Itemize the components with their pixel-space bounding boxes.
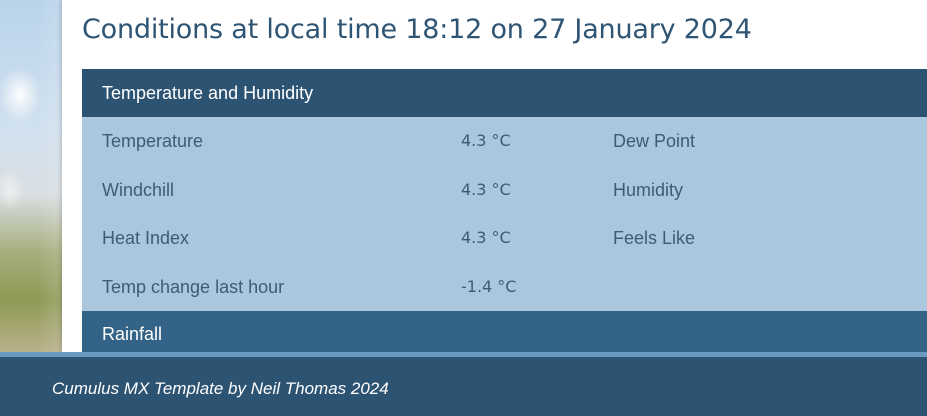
page: Conditions at local time 18:12 on 27 Jan…	[0, 0, 927, 416]
background-photo-overlay	[0, 0, 62, 352]
row-label-secondary: Humidity	[613, 179, 684, 200]
page-title: Conditions at local time 18:12 on 27 Jan…	[82, 14, 752, 45]
row-label-secondary: Dew Point	[613, 131, 696, 151]
footer: Cumulus MX Template by Neil Thomas 2024	[0, 357, 927, 416]
row-label: Heat Index	[102, 228, 190, 248]
table-row: Windchill 4.3 °C Humidity	[82, 165, 927, 214]
row-label: Windchill	[102, 179, 175, 200]
section-header-rainfall: Rainfall	[82, 311, 927, 353]
conditions-table: Temperature and Humidity Temperature 4.3…	[82, 69, 927, 353]
row-label: Temperature	[102, 131, 204, 151]
row-value: 4.3 °C	[461, 131, 511, 150]
row-label-secondary: Feels Like	[613, 228, 696, 248]
table-row: Temperature 4.3 °C Dew Point	[82, 117, 927, 166]
row-value: 4.3 °C	[461, 228, 511, 247]
table-row: Temp change last hour -1.4 °C	[82, 262, 927, 311]
row-value: 4.3 °C	[461, 179, 511, 199]
main-content: Conditions at local time 18:12 on 27 Jan…	[62, 0, 927, 353]
row-value: -1.4 °C	[461, 276, 517, 296]
table-row: Heat Index 4.3 °C Feels Like	[82, 214, 927, 263]
footer-credit: Cumulus MX Template by Neil Thomas 2024	[52, 379, 389, 398]
row-label: Temp change last hour	[102, 276, 285, 297]
section-header-temperature-humidity: Temperature and Humidity	[82, 69, 927, 117]
